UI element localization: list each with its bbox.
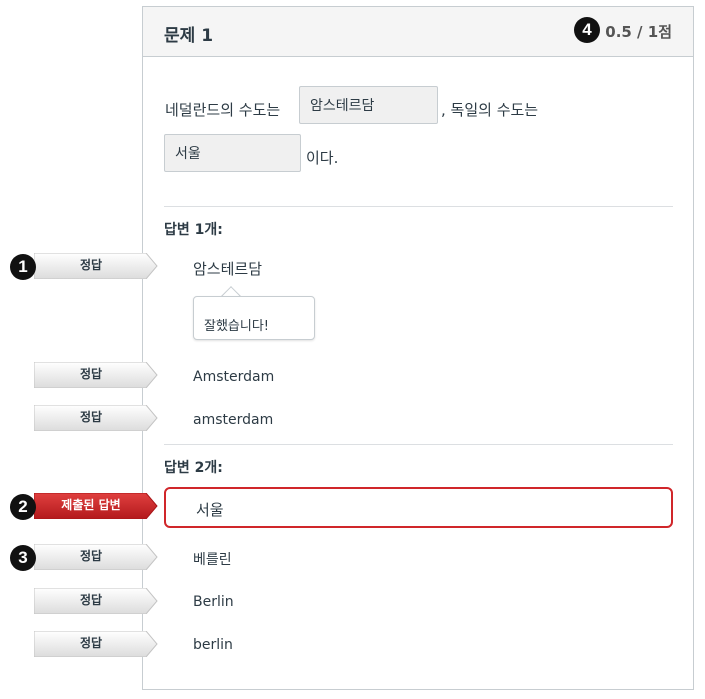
sentence-part-3: 이다. [306,149,339,167]
callout-badge-3: 3 [10,545,36,571]
feedback-bubble: 잘했습니다! [193,296,315,340]
tag-label: 정답 [79,636,103,650]
answer-group-1-title: 답변 1개: [164,222,223,238]
correct-answer-tag: 정답 [34,405,158,431]
correct-answer-tag: 정답 [34,362,158,388]
answer-text: Amsterdam [193,369,275,385]
callout-badge-1: 1 [10,254,36,280]
submitted-answer-text: 서울 [196,501,224,519]
question-score: 0.5 / 1점 [605,23,672,41]
sentence-part-2: , 독일의 수도는 [441,101,539,119]
correct-answer-tag: 정답 [34,631,158,657]
correct-answer-tag: 정답 [34,544,158,570]
answer-text: amsterdam [193,412,274,428]
divider [164,444,673,445]
blank-1-field: 암스테르담 [299,86,438,124]
callout-badge-2: 2 [10,494,36,520]
correct-answer-tag: 정답 [34,253,158,279]
tag-label: 정답 [79,410,103,424]
tag-label: 제출된 답변 [61,498,121,512]
answer-text: berlin [193,637,233,653]
submitted-answer-tag: 제출된 답변 [34,493,158,519]
sentence-part-1: 네덜란드의 수도는 [165,101,281,119]
tag-label: 정답 [79,593,103,607]
answer-text: Berlin [193,594,234,610]
answer-group-2-title: 답변 2개: [164,460,223,476]
callout-badge-4: 4 [574,17,600,43]
question-header: 문제 1 0.5 / 1점 [143,7,693,57]
blank-2-field: 서울 [164,134,301,172]
answer-text: 베를린 [193,552,232,568]
tag-label: 정답 [79,367,103,381]
divider [164,206,673,207]
tag-label: 정답 [79,549,103,563]
tag-label: 정답 [79,258,103,272]
submitted-answer-box: 서울 [164,487,673,528]
answer-text: 암스테르담 [193,260,263,278]
correct-answer-tag: 정답 [34,588,158,614]
question-title: 문제 1 [164,26,214,46]
